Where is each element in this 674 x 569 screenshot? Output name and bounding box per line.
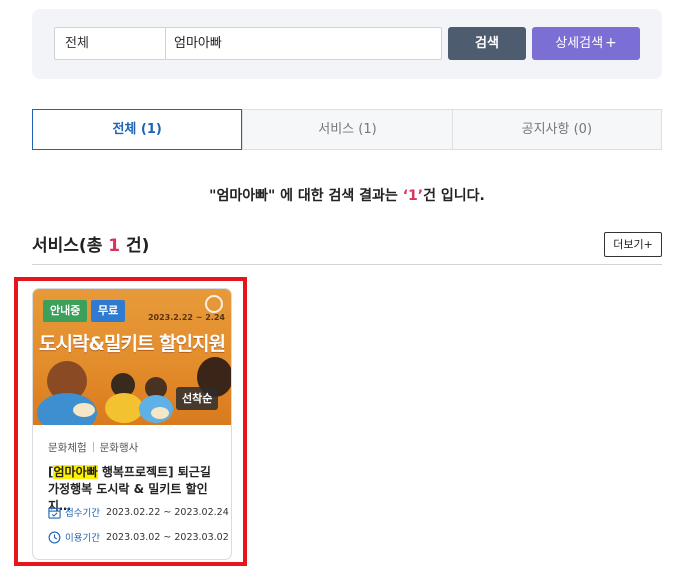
title-keyword-highlight: 엄마아빠	[53, 465, 98, 479]
card-thumbnail[interactable]: 2023.2.22 ~ 2.24 도시락&밀키트 할인지원 안내중 무료 선착순	[33, 289, 231, 425]
apply-period-row: 접수기간 2023.02.22 ~ 2023.02.24	[48, 505, 229, 519]
use-period-row: 이용기간 2023.03.02 ~ 2023.03.02	[48, 530, 229, 544]
illustration-food-2	[151, 407, 169, 419]
first-come-badge: 선착순	[176, 387, 219, 410]
category-select[interactable]: 전체 ▼	[54, 27, 182, 60]
more-button[interactable]: 더보기+	[604, 232, 662, 257]
apply-period-label: 접수기간	[65, 508, 100, 519]
price-badge: 무료	[91, 300, 126, 322]
illustration-food	[73, 403, 95, 417]
card-categories: 문화체험 문화행사	[48, 440, 138, 455]
apply-period-value: 2023.02.22 ~ 2023.02.24	[105, 506, 229, 518]
org-logo-icon	[205, 295, 223, 313]
category-primary: 문화체험	[48, 442, 87, 454]
search-panel: 전체 ▼ 엄마아빠 검색 상세검색+	[32, 9, 662, 79]
service-card[interactable]: 2023.2.22 ~ 2.24 도시락&밀키트 할인지원 안내중 무료 선착순…	[32, 288, 232, 560]
plus-icon: +	[605, 35, 617, 51]
tab-notices[interactable]: 공지사항 (0)	[451, 110, 661, 149]
category-divider	[92, 442, 94, 452]
use-period-label: 이용기간	[65, 533, 100, 544]
category-select-value: 전체	[65, 36, 89, 51]
section-title-prefix: 서비스(총	[32, 236, 109, 256]
clock-icon	[48, 531, 61, 543]
search-button[interactable]: 검색	[448, 27, 526, 60]
result-summary: "엄마아빠" 에 대한 검색 결과는 ‘1’건 입니다.	[0, 185, 674, 205]
result-suffix: 건 입니다.	[423, 188, 485, 204]
section-count: 1	[108, 236, 121, 256]
use-period-value: 2023.03.02 ~ 2023.03.02	[105, 531, 229, 543]
section-title-suffix: 건)	[120, 236, 150, 256]
thumbnail-title: 도시락&밀키트 할인지원	[39, 333, 226, 355]
tab-all[interactable]: 전체 (1)	[32, 109, 243, 150]
advanced-search-button[interactable]: 상세검색 +	[532, 27, 640, 60]
section-divider	[32, 264, 662, 265]
calendar-check-icon	[48, 506, 61, 519]
thumbnail-date: 2023.2.22 ~ 2.24	[147, 313, 225, 322]
result-tabs: 전체 (1) 서비스 (1) 공지사항 (0)	[32, 109, 662, 150]
category-secondary: 문화행사	[99, 442, 139, 454]
result-count: ‘1’	[402, 188, 424, 204]
status-badge: 안내중	[43, 300, 88, 322]
result-prefix: "엄마아빠" 에 대한 검색 결과는	[209, 188, 403, 204]
advanced-search-label: 상세검색	[555, 36, 604, 51]
section-title: 서비스(총 1 건)	[32, 231, 149, 256]
illustration-kid1-shirt	[105, 393, 143, 423]
tab-services[interactable]: 서비스 (1)	[242, 110, 451, 149]
search-input[interactable]: 엄마아빠	[165, 27, 442, 60]
